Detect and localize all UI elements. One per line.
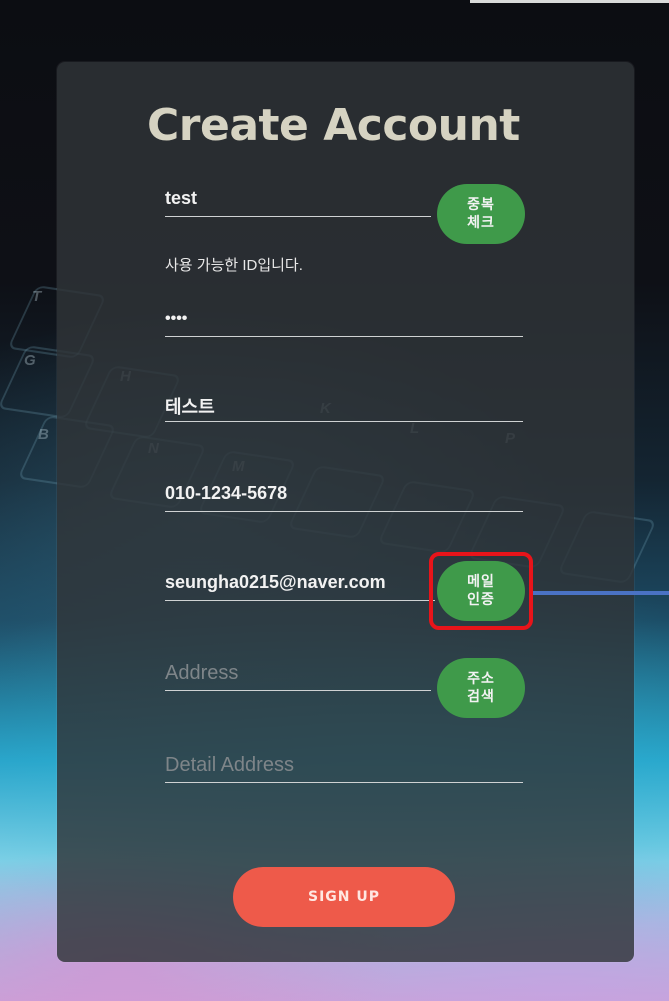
highlight-box bbox=[429, 552, 533, 630]
id-field[interactable]: test bbox=[165, 186, 431, 217]
address-placeholder: Address bbox=[165, 662, 239, 684]
phone-field[interactable]: 010-1234-5678 bbox=[165, 481, 523, 512]
password-value: •••• bbox=[165, 310, 188, 327]
id-value: test bbox=[165, 188, 198, 208]
name-value: 테스트 bbox=[165, 397, 215, 417]
phone-value: 010-1234-5678 bbox=[165, 483, 288, 503]
id-duplicate-check-label: 중복 체크 bbox=[467, 197, 495, 231]
detail-address-field[interactable]: Detail Address bbox=[165, 752, 523, 783]
address-search-button[interactable]: 주소 검색 bbox=[437, 658, 525, 718]
key-label: G bbox=[24, 352, 36, 369]
address-search-label: 주소 검색 bbox=[467, 671, 495, 705]
id-duplicate-check-button[interactable]: 중복 체크 bbox=[437, 184, 525, 244]
id-available-message: 사용 가능한 ID입니다. bbox=[165, 257, 303, 274]
page-title: Create Account bbox=[147, 100, 520, 151]
annotation-arrow bbox=[533, 591, 669, 595]
key-label: B bbox=[38, 426, 49, 443]
email-field[interactable]: seungha0215@naver.com bbox=[165, 570, 435, 601]
key-label: T bbox=[32, 288, 42, 305]
address-field[interactable]: Address bbox=[165, 660, 431, 691]
password-field[interactable]: •••• bbox=[165, 306, 523, 337]
window-edge bbox=[470, 0, 669, 3]
name-field[interactable]: 테스트 bbox=[165, 391, 523, 422]
email-value: seungha0215@naver.com bbox=[165, 572, 386, 592]
detail-address-placeholder: Detail Address bbox=[165, 754, 294, 776]
sign-up-button[interactable]: SIGN UP bbox=[233, 867, 455, 927]
